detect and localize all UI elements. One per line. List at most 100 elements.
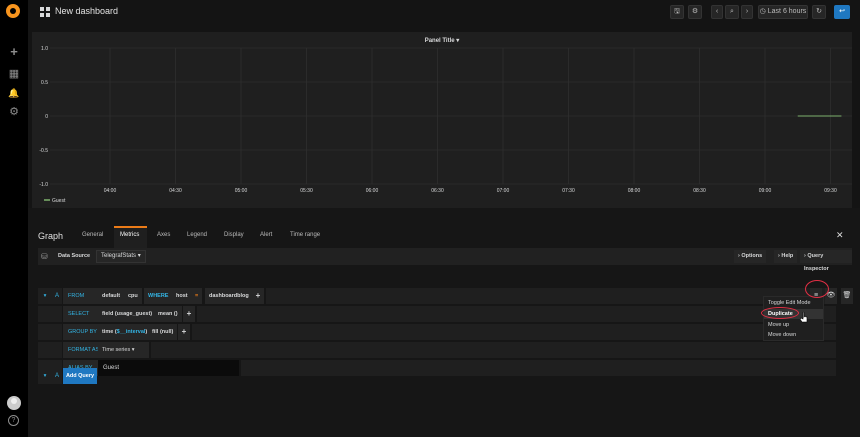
add-query-row: ▾ A Add Query [38,368,126,384]
datasource-row: ⛁ Data Source TelegrafStats ▾ › Options … [38,248,852,272]
editor-title: Graph [38,231,64,241]
format-as-select[interactable]: Time series ▾ [98,342,149,358]
editor-tabs: Graph General Metrics Axes Legend Displa… [28,218,860,249]
dashboard-title[interactable]: New dashboard [55,6,118,16]
row-filler [266,288,836,304]
time-forward-button[interactable]: › [741,5,753,19]
trash-icon[interactable]: 🗑 [841,288,853,304]
query-inspector-button[interactable]: › Query Inspector [800,250,852,272]
bell-icon[interactable]: 🔔 [8,87,20,99]
gear-icon[interactable]: ⚙ [8,106,20,118]
query-editor: ▾ A FROM default cpu WHERE host = dashbo… [38,288,836,376]
y-tick-label: -0.5 [39,148,48,154]
help-label: Help [781,253,794,259]
add-query-button[interactable]: Add Query [63,368,97,384]
sidebar: + ▦ 🔔 ⚙ ? [0,0,28,437]
legend-label: Guest [52,198,66,204]
menu-item-move-up[interactable]: Move up [764,320,823,330]
tab-time-range[interactable]: Time range [290,232,320,238]
help-button[interactable]: › Help [774,250,798,263]
time-back-button[interactable]: ‹ [711,5,723,19]
refresh-button[interactable]: ↻ [812,5,826,19]
interval-variable: $__interval [116,329,146,335]
dashboards-icon[interactable]: ▦ [8,68,20,80]
menu-item-move-down[interactable]: Move down [764,330,823,340]
y-tick-label: 1.0 [41,46,48,52]
x-tick-label: 08:00 [628,188,641,194]
chevron-down-icon: ▾ [131,347,135,353]
function-segment[interactable]: mean () [154,306,182,322]
add-group-by-button[interactable]: + [178,324,190,340]
x-tick-label: 08:30 [693,188,706,194]
field-segment[interactable]: field (usage_guest) [98,306,157,322]
help-icon[interactable]: ? [8,415,19,426]
x-tick-label: 05:00 [235,188,248,194]
hand-cursor-icon [800,312,808,323]
time-range-picker[interactable]: ◷ Last 6 hours [758,5,808,19]
operator-segment[interactable]: = [191,288,203,304]
time-range-label: Last 6 hours [767,8,807,15]
plus-icon[interactable]: + [8,45,20,58]
query-inspector-label: Query Inspector [804,253,829,272]
measurement-segment[interactable]: cpu [124,288,142,304]
tab-alert[interactable]: Alert [260,232,272,238]
annotation-circle [761,307,799,319]
query-row-group-by: GROUP BY time ($__interval) fill (null) … [38,324,836,340]
query-row-select: SELECT field (usage_guest) mean () + [38,306,836,322]
query-row-from: ▾ A FROM default cpu WHERE host = dashbo… [38,288,836,304]
y-tick-label: 0 [45,114,48,120]
dashboard-settings-button[interactable]: ⚙ [688,5,702,19]
close-icon[interactable]: ✕ [836,230,844,241]
fill-segment[interactable]: fill (null) [148,324,178,340]
retention-policy-segment[interactable]: default [98,288,125,304]
y-tick-label: 0.5 [41,80,48,86]
x-tick-label: 06:00 [366,188,379,194]
clock-icon: ◷ [759,8,768,15]
format-as-value: Time series [102,347,131,353]
y-tick-label: -1.0 [39,182,48,188]
tab-display[interactable]: Display [224,232,244,238]
grafana-logo-icon[interactable] [6,4,20,18]
avatar[interactable] [7,396,21,410]
top-navbar: New dashboard 🖫 ⚙ ‹ ⌕ › ◷ Last 6 hours ↻… [28,0,860,24]
query-letter[interactable]: A [52,288,62,304]
time-fn-open: time ( [102,329,117,335]
datasource-select[interactable]: TelegrafStats ▾ [96,250,146,263]
query-row-alias-by: ALIAS BY Guest [38,360,836,376]
time-fn-close: ) [145,329,148,335]
time-interval-segment[interactable]: time ($__interval) [98,324,152,340]
tab-axes[interactable]: Axes [157,232,170,238]
row-gutter [38,342,62,358]
tab-legend[interactable]: Legend [187,232,207,238]
add-condition-button[interactable]: + [252,288,264,304]
x-tick-label: 07:30 [562,188,575,194]
back-to-dashboard-button[interactable]: ↩ [834,5,850,19]
add-select-button[interactable]: + [183,306,195,322]
where-keyword: WHERE [144,288,173,304]
row-filler [197,306,836,322]
graph-chart[interactable]: 1.0 0.5 0 -0.5 -1.0 04:00 04:30 05:00 05:30 06:00… [32,32,852,208]
tab-general[interactable]: General [82,232,103,238]
database-icon: ⛁ [41,252,48,261]
graph-panel: Panel Title ▾ 1.0 0.5 0 -0.5 -1.0 04:00 04:30 0… [32,32,852,208]
x-tick-label: 06:30 [431,188,444,194]
options-label: Options [741,253,763,259]
options-button[interactable]: › Options [734,250,767,263]
query-row-format-as: FORMAT AS Time series ▾ [38,342,836,358]
tag-key-segment[interactable]: host [172,288,192,304]
collapse-query-icon[interactable]: ▾ [38,288,52,304]
tab-metrics[interactable]: Metrics [120,232,139,238]
x-tick-label: 07:00 [497,188,510,194]
x-tick-label: 04:30 [169,188,182,194]
x-tick-label: 04:00 [104,188,117,194]
annotation-circle [805,280,829,298]
add-query-letter: A [52,368,62,384]
zoom-out-button[interactable]: ⌕ [725,5,739,19]
datasource-label: Data Source [58,253,91,259]
dashboard-grid-icon[interactable] [40,7,50,17]
row-gutter [38,306,62,322]
collapse-icon[interactable]: ▾ [38,368,52,384]
row-gutter [38,324,62,340]
save-dashboard-button[interactable]: 🖫 [670,5,684,19]
tag-value-segment[interactable]: dashboardblog [205,288,253,304]
